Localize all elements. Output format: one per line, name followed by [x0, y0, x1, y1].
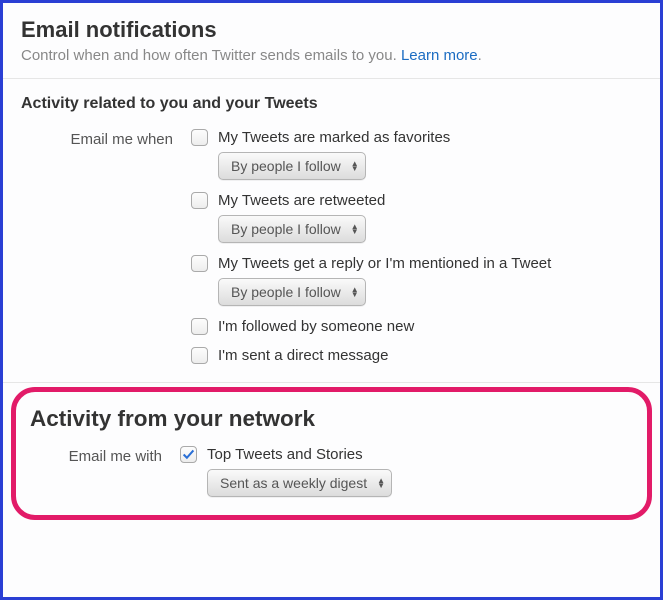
- page-subtitle: Control when and how often Twitter sends…: [21, 47, 642, 64]
- highlight-box: Activity from your network Email me with…: [11, 387, 652, 520]
- select-favorites[interactable]: By people I follow ▲▼: [218, 152, 366, 180]
- option-label: My Tweets are retweeted: [218, 192, 385, 209]
- option-mentions: My Tweets get a reply or I'm mentioned i…: [191, 255, 642, 306]
- section-title: Activity related to you and your Tweets: [21, 95, 642, 113]
- option-top-tweets: Top Tweets and Stories Sent as a weekly …: [180, 446, 633, 497]
- section-title: Activity from your network: [30, 406, 633, 432]
- select-digest[interactable]: Sent as a weekly digest ▲▼: [207, 469, 392, 497]
- row-label: Email me when: [21, 129, 191, 364]
- select-retweeted[interactable]: By people I follow ▲▼: [218, 215, 366, 243]
- option-dm: I'm sent a direct message: [191, 347, 642, 364]
- updown-icon: ▲▼: [351, 161, 359, 171]
- option-retweeted: My Tweets are retweeted By people I foll…: [191, 192, 642, 243]
- checkbox-dm[interactable]: [191, 347, 208, 364]
- checkbox-favorites[interactable]: [191, 129, 208, 146]
- learn-more-link[interactable]: Learn more: [401, 47, 478, 64]
- option-label: Top Tweets and Stories: [207, 446, 363, 463]
- row-controls: My Tweets are marked as favorites By peo…: [191, 129, 642, 364]
- checkbox-top-tweets[interactable]: [180, 446, 197, 463]
- panel-header: Email notifications Control when and how…: [3, 3, 660, 79]
- row-group: Email me when My Tweets are marked as fa…: [21, 129, 642, 364]
- updown-icon: ▲▼: [351, 287, 359, 297]
- checkbox-mentions[interactable]: [191, 255, 208, 272]
- option-label: My Tweets are marked as favorites: [218, 129, 450, 146]
- row-label: Email me with: [30, 446, 180, 497]
- option-label: I'm followed by someone new: [218, 318, 414, 335]
- updown-icon: ▲▼: [377, 478, 385, 488]
- option-label: I'm sent a direct message: [218, 347, 388, 364]
- row-controls: Top Tweets and Stories Sent as a weekly …: [180, 446, 633, 497]
- option-followed: I'm followed by someone new: [191, 318, 642, 335]
- select-mentions[interactable]: By people I follow ▲▼: [218, 278, 366, 306]
- settings-panel: Email notifications Control when and how…: [0, 0, 663, 600]
- row-group: Email me with Top Tweets and Stories Sen…: [30, 446, 633, 497]
- checkbox-followed[interactable]: [191, 318, 208, 335]
- option-favorites: My Tweets are marked as favorites By peo…: [191, 129, 642, 180]
- section-your-tweets: Activity related to you and your Tweets …: [3, 79, 660, 383]
- page-title: Email notifications: [21, 17, 642, 43]
- updown-icon: ▲▼: [351, 224, 359, 234]
- checkbox-retweeted[interactable]: [191, 192, 208, 209]
- option-label: My Tweets get a reply or I'm mentioned i…: [218, 255, 551, 272]
